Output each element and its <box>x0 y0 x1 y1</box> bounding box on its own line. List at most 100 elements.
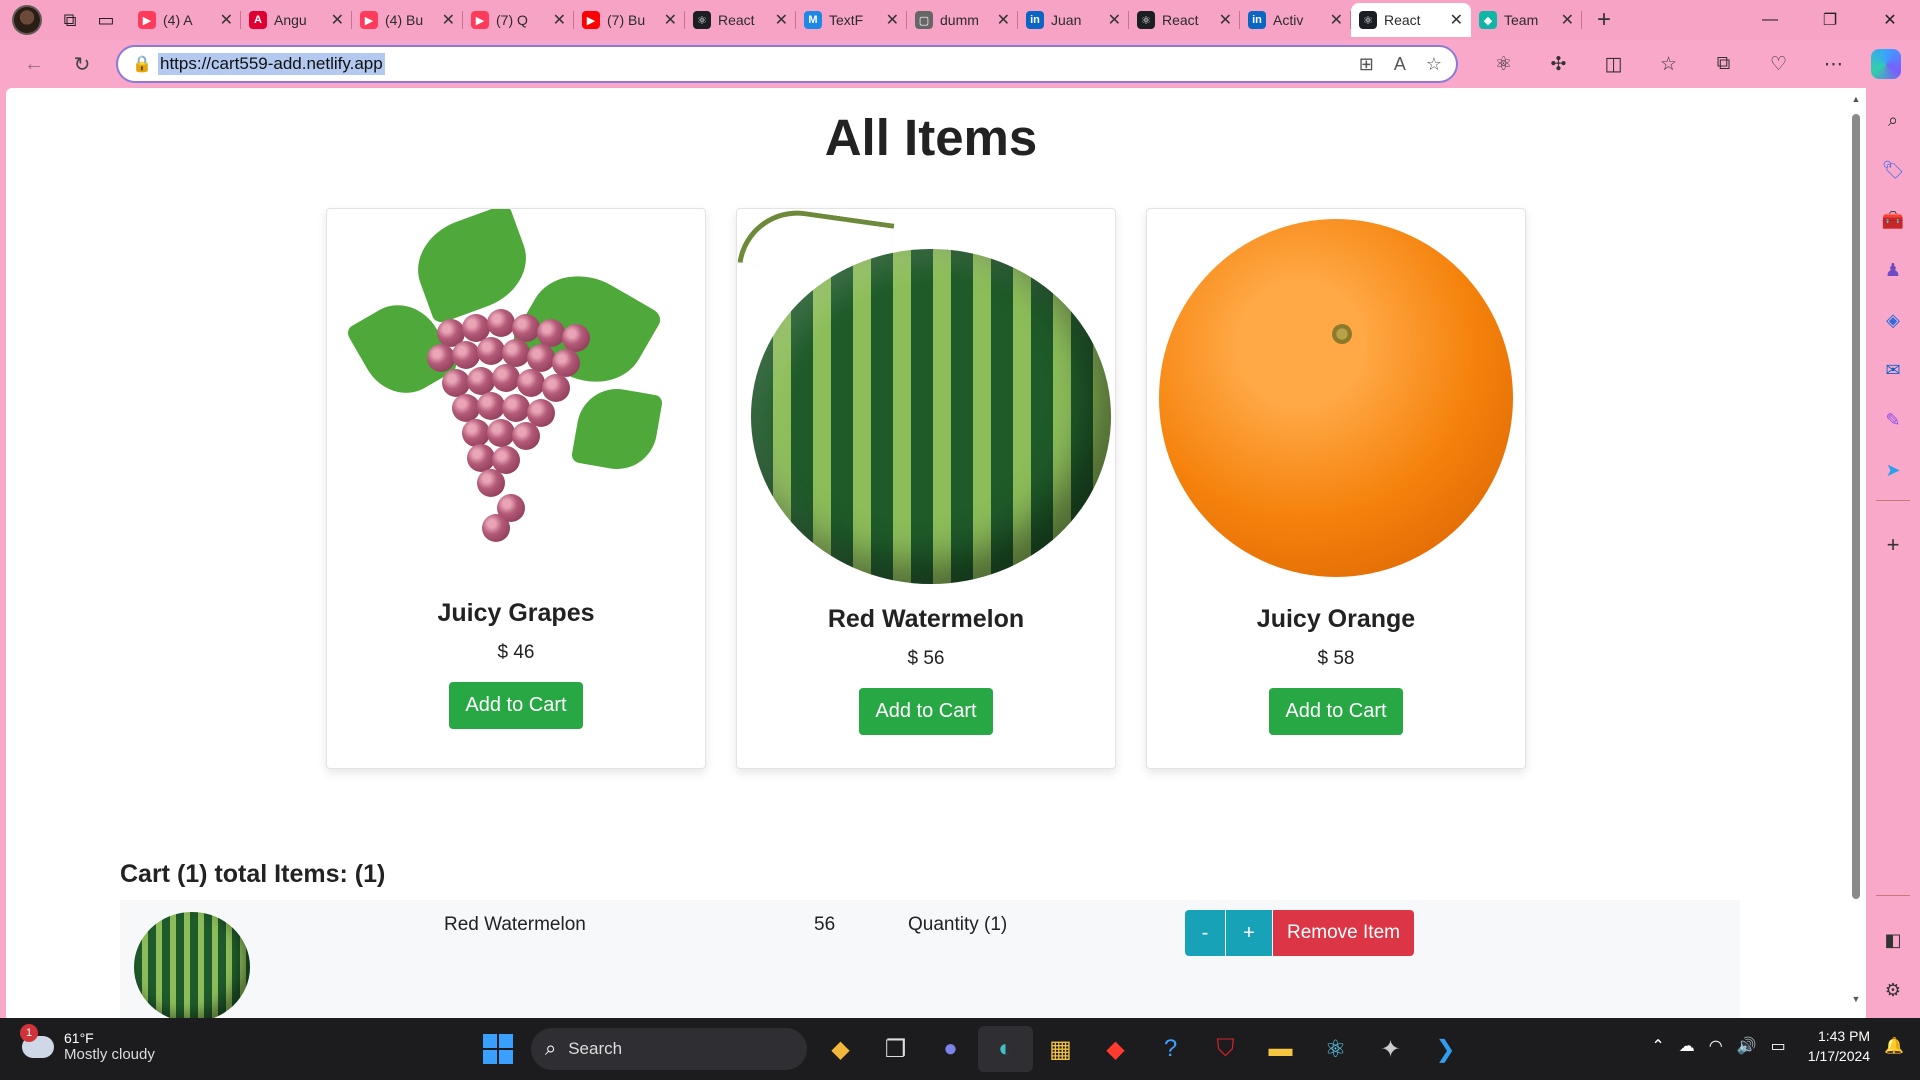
close-tab-icon[interactable]: ✕ <box>664 10 677 30</box>
microsoft-store-icon[interactable]: ▦ <box>1033 1026 1088 1072</box>
close-tab-icon[interactable]: ✕ <box>442 10 455 30</box>
app-available-icon[interactable]: ⊞ <box>1359 54 1374 75</box>
react-devtools-icon[interactable]: ⚛ <box>1476 44 1531 84</box>
start-button[interactable] <box>470 1026 525 1072</box>
profile-avatar[interactable] <box>12 5 42 35</box>
notifications-icon[interactable]: 🔔 <box>1884 1036 1904 1056</box>
favorite-star-icon[interactable]: ☆ <box>1426 54 1442 75</box>
wifi-icon[interactable]: ◠ <box>1709 1036 1723 1056</box>
extensions-icon[interactable]: ✣ <box>1531 44 1586 84</box>
shopping-icon[interactable]: 🏷 <box>1875 152 1911 188</box>
browser-tab[interactable]: ⚛ React ✕ <box>1129 3 1240 37</box>
browser-tab[interactable]: in Activ ✕ <box>1240 3 1351 37</box>
page-scrollbar[interactable]: ▲ ▼ <box>1850 94 1862 1006</box>
close-tab-icon[interactable]: ✕ <box>1561 10 1574 30</box>
workspaces-icon[interactable]: ⧉ <box>52 2 88 38</box>
volume-icon[interactable]: 🔊 <box>1737 1036 1757 1056</box>
lock-icon[interactable]: 🔒 <box>132 54 158 74</box>
scroll-down-arrow-icon[interactable]: ▼ <box>1850 994 1862 1006</box>
clock[interactable]: 1:43 PM 1/17/2024 <box>1808 1026 1870 1066</box>
sidebar-search-icon[interactable]: ⌕ <box>1875 102 1911 138</box>
remove-item-button[interactable]: Remove Item <box>1273 910 1414 956</box>
browser-tab[interactable]: in Juan ✕ <box>1018 3 1129 37</box>
designer-icon[interactable]: ✎ <box>1875 402 1911 438</box>
vscode-icon[interactable]: ❯ <box>1418 1026 1473 1072</box>
tab-title: Juan <box>1051 12 1082 28</box>
tab-actions-icon[interactable]: ▭ <box>88 2 124 38</box>
task-view-icon[interactable]: ❐ <box>868 1026 923 1072</box>
collections-icon[interactable]: ⧉ <box>1696 44 1751 84</box>
browser-tab[interactable]: ◆ Team ✕ <box>1471 3 1582 37</box>
close-tab-icon[interactable]: ✕ <box>1330 10 1343 30</box>
copilot-preview-icon[interactable]: ◆ <box>813 1026 868 1072</box>
app-red-diamond-icon[interactable]: ◆ <box>1088 1026 1143 1072</box>
page-title: All Items <box>824 109 1038 166</box>
teams-chat-icon[interactable]: ● <box>923 1026 978 1072</box>
restore-button[interactable]: ❐ <box>1800 0 1860 40</box>
browser-tab[interactable]: ▶ (4) A ✕ <box>130 3 241 37</box>
react-app-icon[interactable]: ⚛ <box>1308 1026 1363 1072</box>
close-tab-icon[interactable]: ✕ <box>886 10 899 30</box>
address-bar[interactable]: 🔒 https://cart559-add.netlify.app ⊞ A ☆ <box>116 45 1458 83</box>
battery-icon[interactable]: ▭ <box>1771 1036 1786 1056</box>
browser-tab[interactable]: ▶ (7) Q ✕ <box>463 3 574 37</box>
browser-tab[interactable]: M TextF ✕ <box>796 3 907 37</box>
help-icon[interactable]: ? <box>1143 1026 1198 1072</box>
reload-button[interactable]: ↻ <box>62 44 102 84</box>
browser-tab[interactable]: ▶ (4) Bu ✕ <box>352 3 463 37</box>
edge-browser-icon[interactable]: ◐ <box>978 1026 1033 1072</box>
scrollbar-thumb[interactable] <box>1852 114 1860 899</box>
hide-sidebar-icon[interactable]: ◧ <box>1875 922 1911 958</box>
product-name: Juicy Orange <box>1256 605 1416 633</box>
close-tab-icon[interactable]: ✕ <box>775 10 788 30</box>
minimize-button[interactable]: — <box>1740 0 1800 40</box>
tab-favicon-icon: M <box>804 11 822 29</box>
browser-tab[interactable]: ▢ dumm ✕ <box>907 3 1018 37</box>
close-tab-icon[interactable]: ✕ <box>1450 10 1463 30</box>
tab-favicon-icon: ⚛ <box>1359 11 1377 29</box>
git-icon[interactable]: ✦ <box>1363 1026 1418 1072</box>
browser-tab[interactable]: A Angu ✕ <box>241 3 352 37</box>
increase-quantity-button[interactable]: + <box>1226 910 1272 956</box>
close-tab-icon[interactable]: ✕ <box>220 10 233 30</box>
weather-widget[interactable]: 1 61°F Mostly cloudy <box>20 1023 155 1063</box>
add-to-cart-button[interactable]: Add to Cart <box>859 688 993 735</box>
close-tab-icon[interactable]: ✕ <box>1219 10 1232 30</box>
onedrive-icon[interactable]: ☁ <box>1679 1036 1695 1056</box>
close-window-button[interactable]: ✕ <box>1860 0 1920 40</box>
sidebar-settings-icon[interactable]: ⚙ <box>1875 972 1911 1008</box>
split-screen-icon[interactable]: ◫ <box>1586 44 1641 84</box>
decrease-quantity-button[interactable]: - <box>1185 910 1225 956</box>
close-tab-icon[interactable]: ✕ <box>331 10 344 30</box>
browser-tab[interactable]: ▶ (7) Bu ✕ <box>574 3 685 37</box>
browser-tab[interactable]: ⚛ React ✕ <box>685 3 796 37</box>
back-button[interactable]: ← <box>14 44 54 84</box>
read-aloud-icon[interactable]: A <box>1394 54 1406 75</box>
cart-item-thumbnail <box>134 912 250 1018</box>
file-explorer-icon[interactable]: ▬ <box>1253 1026 1308 1072</box>
close-tab-icon[interactable]: ✕ <box>553 10 566 30</box>
add-to-cart-button[interactable]: Add to Cart <box>1269 688 1403 735</box>
close-tab-icon[interactable]: ✕ <box>1108 10 1121 30</box>
new-tab-button[interactable]: + <box>1586 2 1622 38</box>
show-hidden-icons-icon[interactable]: ⌃ <box>1651 1036 1664 1056</box>
microsoft-365-icon[interactable]: ◈ <box>1875 302 1911 338</box>
tab-title: (4) Bu <box>385 12 424 28</box>
add-sidebar-app-icon[interactable]: + <box>1875 527 1911 563</box>
browser-essentials-icon[interactable]: ♡ <box>1751 44 1806 84</box>
cart-heading: Cart (1) total Items: (1) <box>120 860 386 888</box>
drop-icon[interactable]: ➤ <box>1875 452 1911 488</box>
copilot-icon[interactable] <box>1871 49 1901 79</box>
outlook-icon[interactable]: ✉ <box>1875 352 1911 388</box>
scroll-up-arrow-icon[interactable]: ▲ <box>1850 94 1862 106</box>
tools-icon[interactable]: 🧰 <box>1875 202 1911 238</box>
more-menu-icon[interactable]: ⋯ <box>1806 44 1861 84</box>
close-tab-icon[interactable]: ✕ <box>997 10 1010 30</box>
url-text[interactable]: https://cart559-add.netlify.app <box>158 53 385 75</box>
favorites-icon[interactable]: ☆ <box>1641 44 1696 84</box>
games-icon[interactable]: ♟ <box>1875 252 1911 288</box>
add-to-cart-button[interactable]: Add to Cart <box>449 682 583 729</box>
taskbar-search[interactable]: ⌕ Search <box>531 1028 807 1070</box>
browser-tab[interactable]: ⚛ React ✕ <box>1351 3 1471 37</box>
mcafee-icon[interactable]: ⛉ <box>1198 1026 1253 1072</box>
